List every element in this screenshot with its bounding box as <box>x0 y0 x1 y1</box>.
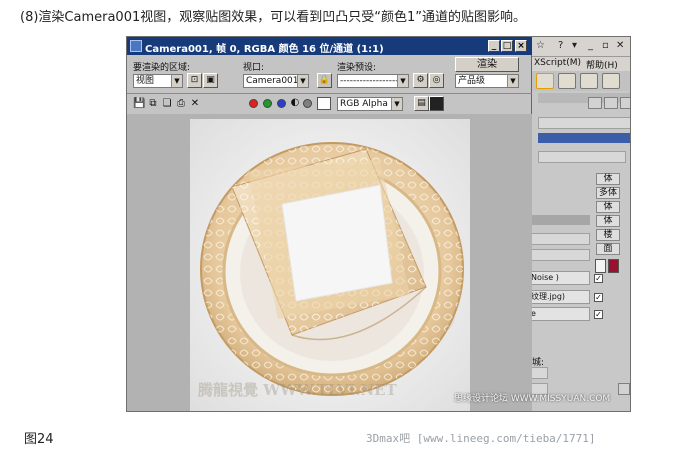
panel-scroll-button[interactable] <box>618 383 630 395</box>
material-editor-icon[interactable] <box>536 73 554 89</box>
auto-region-icon[interactable]: ▣ <box>203 73 218 88</box>
window-titlebar: Camera001, 帧 0, RGBA 颜色 16 位/通道 (1:1) _ … <box>127 37 532 55</box>
help-icon[interactable]: ? <box>558 40 563 51</box>
lock-viewport-icon[interactable]: 🔒 <box>317 73 332 88</box>
figure-label: 图24 <box>24 432 54 447</box>
render-setup-icon[interactable] <box>558 73 576 89</box>
quality-select[interactable]: 产品级 ▼ <box>455 74 519 88</box>
side-button-4[interactable]: 体 <box>596 215 620 227</box>
background-color-swatch[interactable] <box>317 97 331 110</box>
display-toggle-icon[interactable]: ▤ <box>414 96 429 111</box>
app-icon <box>130 40 142 52</box>
side-button-5[interactable]: 楼 <box>596 229 620 241</box>
side-button-1[interactable]: 体 <box>596 173 620 185</box>
map-slot-3[interactable]: e <box>530 307 590 321</box>
chevron-down-icon: ▼ <box>297 75 308 87</box>
viewport-select[interactable]: Camera001 ▼ <box>243 74 309 88</box>
map-slot-noise-checkbox[interactable]: ✓ <box>594 274 603 283</box>
area-select-value: 视图 <box>136 76 155 86</box>
footer-watermark: 3Dmax吧 [www.lineeg.com/tieba/1771] <box>366 432 596 445</box>
blue-channel-toggle[interactable] <box>277 99 286 108</box>
channel-display-select[interactable]: RGB Alpha ▼ <box>337 97 403 111</box>
map-slot-3-checkbox[interactable]: ✓ <box>594 310 603 319</box>
maximize-button[interactable]: □ <box>501 40 513 52</box>
side-button-6[interactable]: 面 <box>596 243 620 255</box>
red-channel-toggle[interactable] <box>249 99 258 108</box>
caption-text: (8)渲染Camera001视图，观察贴图效果，可以看到凹凸只受“颜色1”通道的… <box>20 10 526 25</box>
preset-select[interactable]: --------------------- ▼ <box>337 74 409 88</box>
channel-display-value: RGB Alpha <box>340 99 388 109</box>
area-label: 要渲染的区域: <box>133 63 191 73</box>
wrench-icon[interactable] <box>620 97 630 109</box>
canvas-watermark: 腾龍視覺 WWW.TLVI.NET <box>198 381 397 399</box>
edit-region-icon[interactable]: ⊡ <box>187 73 202 88</box>
max-icon-bar <box>530 71 630 91</box>
close-icon[interactable]: ✕ <box>616 40 624 51</box>
color-swatch-accent[interactable] <box>608 259 619 273</box>
side-button-2[interactable]: 多体 <box>596 187 620 199</box>
close-button[interactable]: × <box>515 40 527 52</box>
restore-icon[interactable]: ▫ <box>602 40 609 51</box>
rendered-frame-window: Camera001, 帧 0, RGBA 颜色 16 位/通道 (1:1) _ … <box>127 37 532 411</box>
min-icon[interactable]: _ <box>588 40 593 51</box>
rollout-header <box>538 133 630 143</box>
render-setup-icon[interactable]: ⚙ <box>413 73 428 88</box>
rendered-plate-image <box>190 119 470 411</box>
environment-icon[interactable]: ◎ <box>429 73 444 88</box>
area-select[interactable]: 视图 ▼ <box>133 74 183 88</box>
viewport-select-value: Camera001 <box>246 76 299 86</box>
max-command-panel: ☆ ? ▾ _ ▫ ✕ XScript(M) 帮助(H) 体 多体 体 体 楼 … <box>529 37 630 411</box>
chevron-down-icon: ▼ <box>391 98 402 110</box>
render-output: 腾龍視覺 WWW.TLVI.NET <box>190 119 470 411</box>
chevron-down-icon[interactable]: ▾ <box>572 40 577 51</box>
copy-icon[interactable]: ⧉ <box>147 98 159 110</box>
clear-icon[interactable]: ✕ <box>189 98 201 110</box>
category-row[interactable] <box>538 151 626 163</box>
clone-icon[interactable]: ❏ <box>161 98 173 110</box>
side-button-3[interactable]: 体 <box>596 201 620 213</box>
preset-label: 渲染预设: <box>337 63 377 73</box>
tool-button-2[interactable] <box>604 97 618 109</box>
params-row-2[interactable] <box>530 249 590 261</box>
screenshot-frame: ☆ ? ▾ _ ▫ ✕ XScript(M) 帮助(H) 体 多体 体 体 楼 … <box>126 36 631 412</box>
render-button[interactable]: 渲染 <box>455 57 519 72</box>
map-slot-noise[interactable]: Noise ) <box>530 271 590 285</box>
viewport-label: 视口: <box>243 63 265 73</box>
chevron-down-icon: ▼ <box>507 75 518 87</box>
tool-button-1[interactable] <box>588 97 602 109</box>
mono-channel-toggle[interactable] <box>303 99 312 108</box>
map-slot-texture-checkbox[interactable]: ✓ <box>594 293 603 302</box>
menu-help[interactable]: 帮助(H) <box>586 58 618 71</box>
print-icon[interactable]: ⎙ <box>175 98 187 110</box>
quality-select-value: 产品级 <box>458 76 486 86</box>
green-channel-toggle[interactable] <box>263 99 272 108</box>
render-frame-icon[interactable] <box>580 73 598 89</box>
params-row[interactable] <box>530 233 590 245</box>
params-header <box>530 215 590 225</box>
max-top-bar: ☆ ? ▾ _ ▫ ✕ <box>530 37 630 57</box>
star-icon[interactable]: ☆ <box>536 40 545 51</box>
alpha-channel-icon[interactable]: ◐ <box>289 97 301 109</box>
render-canvas-area: 腾龍視覺 WWW.TLVI.NET <box>127 114 532 411</box>
map-slot-texture[interactable]: 纹理.jpg) <box>530 290 590 304</box>
chevron-down-icon: ▼ <box>171 75 182 87</box>
spinner-field-1[interactable] <box>530 367 548 379</box>
color-swatch-white[interactable] <box>595 259 606 273</box>
alpha-view-icon[interactable] <box>429 96 444 111</box>
toolbar-divider <box>127 93 532 94</box>
screenshot-watermark: 思缘设计论坛 WWW.MISSYUAN.COM <box>454 394 611 404</box>
save-icon[interactable]: 💾 <box>133 98 145 110</box>
chevron-down-icon: ▼ <box>397 75 408 87</box>
menu-maxscript[interactable]: XScript(M) <box>534 58 581 68</box>
quick-render-icon[interactable] <box>602 73 620 89</box>
object-type-row[interactable] <box>538 117 630 129</box>
max-menu-bar: XScript(M) 帮助(H) <box>530 57 630 71</box>
minimize-button[interactable]: _ <box>488 40 500 52</box>
window-title: Camera001, 帧 0, RGBA 颜色 16 位/通道 (1:1) <box>145 44 384 55</box>
